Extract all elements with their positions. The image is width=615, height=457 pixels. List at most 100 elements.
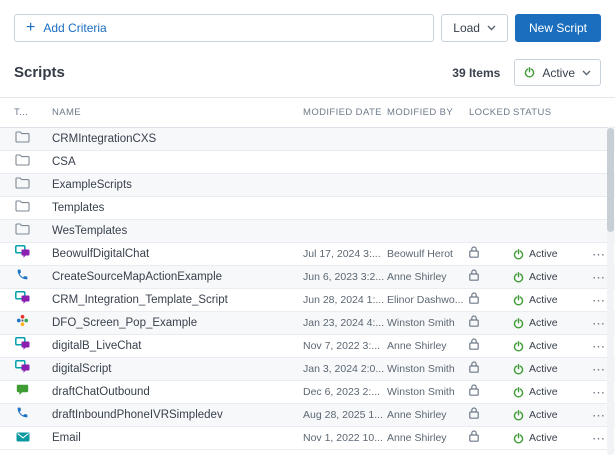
column-header-type[interactable]: T...	[14, 107, 52, 118]
row-menu-button[interactable]: ⋯	[581, 271, 605, 284]
modified-by: Anne Shirley	[387, 340, 469, 352]
script-name: digitalB_LiveChat	[52, 340, 303, 352]
table-row[interactable]: draftChatOutbound Dec 6, 2023 2:... Wins…	[0, 381, 615, 404]
lock-icon	[469, 338, 479, 350]
lock-icon	[469, 407, 479, 419]
table-row[interactable]: ExampleScripts	[0, 174, 615, 197]
new-script-button[interactable]: New Script	[515, 14, 601, 42]
chat-icon	[14, 384, 31, 396]
column-header-name[interactable]: NAME	[52, 107, 303, 118]
column-header-locked[interactable]: LOCKED	[469, 107, 513, 118]
table-row[interactable]: CSA	[0, 151, 615, 174]
add-criteria-label: Add Criteria	[43, 21, 106, 35]
folder-icon	[14, 200, 31, 212]
add-criteria-button[interactable]: + Add Criteria	[14, 14, 434, 42]
table-row[interactable]: DFO_Screen_Pop_Example Jan 23, 2024 4:..…	[0, 312, 615, 335]
type-cell	[14, 245, 52, 263]
modified-by: Anne Shirley	[387, 271, 469, 283]
row-menu-button[interactable]: ⋯	[581, 340, 605, 353]
modified-by: Winston Smith	[387, 386, 469, 398]
row-menu-button[interactable]: ⋯	[581, 294, 605, 307]
status-cell: Active	[513, 409, 581, 421]
modified-by: Anne Shirley	[387, 432, 469, 444]
plus-icon: +	[26, 20, 35, 36]
script-name: draftChatOutbound	[52, 386, 303, 398]
script-name: digitalScript	[52, 363, 303, 375]
modified-date: Nov 1, 2022 10...	[303, 432, 387, 444]
locked-cell	[469, 176, 513, 194]
load-button[interactable]: Load	[441, 14, 508, 42]
status-label: Active	[529, 363, 558, 375]
locked-cell	[469, 383, 513, 401]
type-cell	[14, 199, 52, 217]
status-cell: Active	[513, 363, 581, 375]
lock-icon	[469, 315, 479, 327]
lock-icon	[469, 269, 479, 281]
column-header-modified-by[interactable]: MODIFIED BY	[387, 107, 469, 118]
status-label: Active	[529, 432, 558, 444]
list-header: Scripts 39 Items Active	[0, 52, 615, 98]
type-cell	[14, 176, 52, 194]
table-row[interactable]: BeowulfDigitalChat Jul 17, 2024 3:... Be…	[0, 243, 615, 266]
power-icon	[513, 364, 524, 375]
phone-icon	[14, 268, 31, 281]
table-row[interactable]: CRM_Integration_Template_Script Jun 28, …	[0, 289, 615, 312]
modified-date: Jun 28, 2024 1:...	[303, 294, 387, 306]
locked-cell	[469, 360, 513, 378]
digital-chat-icon	[14, 360, 31, 373]
modified-date: Aug 28, 2025 1...	[303, 409, 387, 421]
load-label: Load	[453, 21, 480, 35]
row-menu-button[interactable]: ⋯	[581, 409, 605, 422]
table-row[interactable]: WesTemplates	[0, 220, 615, 243]
chevron-down-icon	[487, 25, 496, 31]
dfo-icon	[14, 314, 31, 327]
row-menu-button[interactable]: ⋯	[581, 386, 605, 399]
type-cell	[14, 337, 52, 355]
script-name: ExampleScripts	[52, 179, 303, 191]
digital-chat-icon	[14, 337, 31, 350]
status-label: Active	[529, 271, 558, 283]
power-icon	[513, 272, 524, 283]
row-menu-button[interactable]: ⋯	[581, 248, 605, 261]
type-cell	[14, 291, 52, 309]
table-row[interactable]: CRMIntegrationCXS	[0, 128, 615, 151]
modified-by: Beowulf Herot	[387, 248, 469, 260]
table-row[interactable]: digitalB_LiveChat Nov 7, 2022 3:... Anne…	[0, 335, 615, 358]
scrollbar[interactable]	[607, 126, 614, 455]
modified-date: Jul 17, 2024 3:...	[303, 248, 387, 260]
locked-cell	[469, 245, 513, 263]
script-name: DFO_Screen_Pop_Example	[52, 317, 303, 329]
lock-icon	[469, 430, 479, 442]
locked-cell	[469, 314, 513, 332]
folder-icon	[14, 223, 31, 235]
table-row[interactable]: Email Nov 1, 2022 10... Anne Shirley Act…	[0, 427, 615, 450]
status-label: Active	[529, 294, 558, 306]
column-header-status[interactable]: STATUS	[513, 107, 581, 118]
row-menu-button[interactable]: ⋯	[581, 432, 605, 445]
locked-cell	[469, 291, 513, 309]
lock-icon	[469, 384, 479, 396]
digital-chat-icon	[14, 245, 31, 258]
lock-icon	[469, 361, 479, 373]
modified-date: Jan 3, 2024 2:0...	[303, 363, 387, 375]
table-row[interactable]: CreateSourceMapActionExample Jun 6, 2023…	[0, 266, 615, 289]
table-row[interactable]: digitalScript Jan 3, 2024 2:0... Winston…	[0, 358, 615, 381]
status-filter-dropdown[interactable]: Active	[514, 59, 601, 86]
locked-cell	[469, 199, 513, 217]
scrollbar-thumb[interactable]	[607, 128, 614, 232]
status-cell: Active	[513, 432, 581, 444]
power-icon	[513, 433, 524, 444]
locked-cell	[469, 429, 513, 447]
row-menu-button[interactable]: ⋯	[581, 317, 605, 330]
script-name: Email	[52, 432, 303, 444]
modified-date: Dec 6, 2023 2:...	[303, 386, 387, 398]
table-row[interactable]: draftInboundPhoneIVRSimpledev Aug 28, 20…	[0, 404, 615, 427]
script-name: CRMIntegrationCXS	[52, 133, 303, 145]
folder-icon	[14, 131, 31, 143]
table-row[interactable]: Templates	[0, 197, 615, 220]
status-cell: Active	[513, 340, 581, 352]
column-header-modified-date[interactable]: MODIFIED DATE	[303, 107, 387, 118]
status-label: Active	[529, 248, 558, 260]
type-cell	[14, 406, 52, 424]
row-menu-button[interactable]: ⋯	[581, 363, 605, 376]
